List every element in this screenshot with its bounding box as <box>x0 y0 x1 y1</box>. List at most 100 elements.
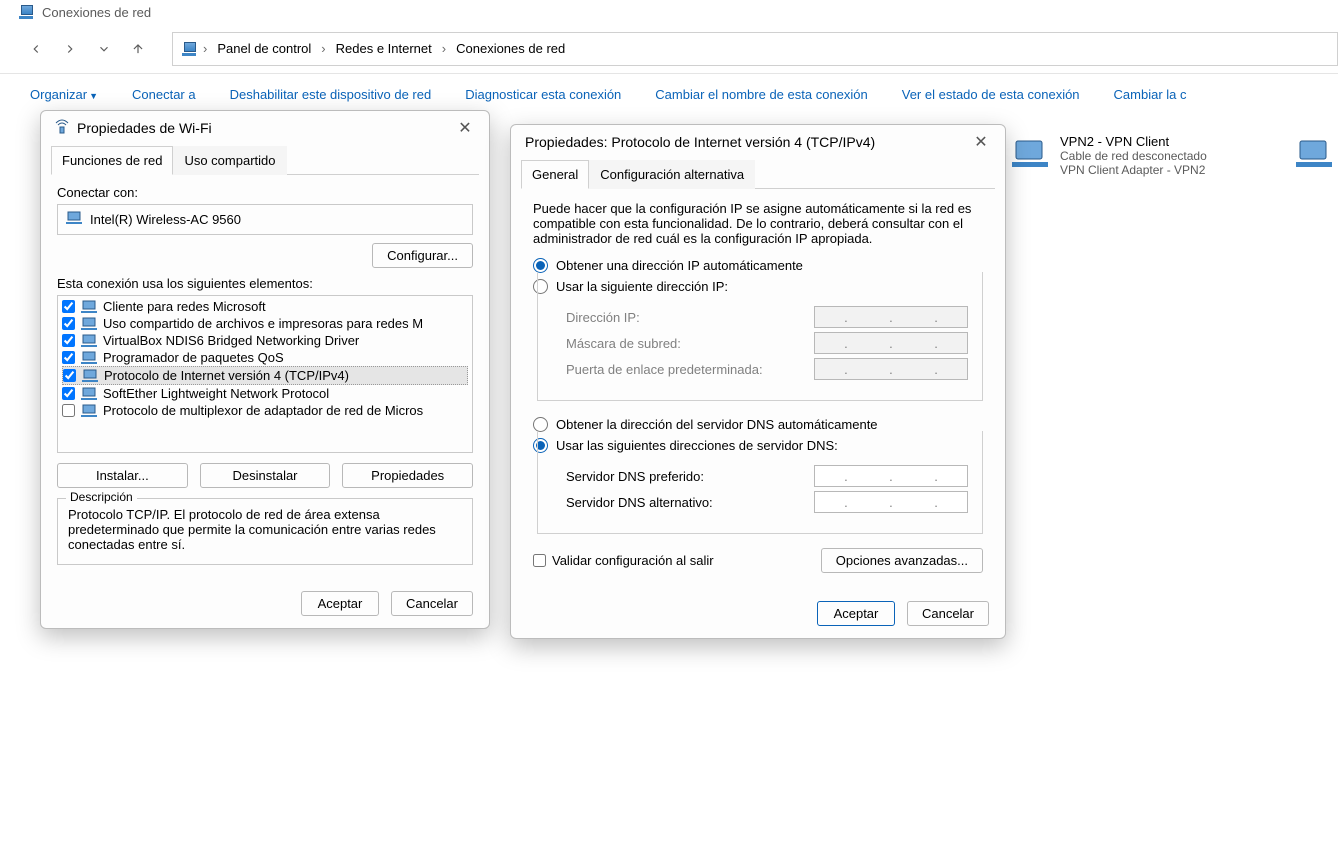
organize-menu[interactable]: Organizar▼ <box>30 87 98 102</box>
adapter-title: VPN2 - VPN Client <box>1060 134 1207 149</box>
components-listbox[interactable]: Cliente para redes Microsoft Uso comparti… <box>57 295 473 453</box>
ip-address-label: Dirección IP: <box>566 310 640 325</box>
ipv4-properties-dialog: Propiedades: Protocolo de Internet versi… <box>510 124 1006 639</box>
address-icon <box>181 42 197 56</box>
component-label: Cliente para redes Microsoft <box>103 299 266 314</box>
command-bar: Organizar▼ Conectar a Deshabilitar este … <box>0 74 1338 114</box>
component-item[interactable]: Uso compartido de archivos e impresoras … <box>62 315 468 332</box>
dns-auto-radio[interactable]: Obtener la dirección del servidor DNS au… <box>533 417 983 432</box>
rename-cmd[interactable]: Cambiar el nombre de esta conexión <box>655 87 867 102</box>
adapter-status: Cable de red desconectado <box>1060 149 1207 163</box>
subnet-mask-field: ... <box>814 332 968 354</box>
close-button[interactable]: ✕ <box>455 118 475 138</box>
dialog-titlebar[interactable]: Propiedades de Wi-Fi ✕ <box>41 111 489 145</box>
install-button[interactable]: Instalar... <box>57 463 188 488</box>
component-checkbox[interactable] <box>62 404 75 417</box>
component-label: Uso compartido de archivos e impresoras … <box>103 316 423 331</box>
tab-alternate-config[interactable]: Configuración alternativa <box>589 160 755 189</box>
nav-bar: › Panel de control › Redes e Internet › … <box>0 24 1338 74</box>
validate-on-exit-checkbox[interactable]: Validar configuración al salir <box>533 553 714 568</box>
adapter-select[interactable]: Intel(R) Wireless-AC 9560 <box>57 204 473 235</box>
ip-auto-radio[interactable]: Obtener una dirección IP automáticamente <box>533 258 983 273</box>
component-icon <box>81 317 97 331</box>
properties-button[interactable]: Propiedades <box>342 463 473 488</box>
dns-preferred-label: Servidor DNS preferido: <box>566 469 704 484</box>
view-status-cmd[interactable]: Ver el estado de esta conexión <box>902 87 1080 102</box>
window-title: Conexiones de red <box>42 5 151 20</box>
ip-address-field: ... <box>814 306 968 328</box>
component-checkbox[interactable] <box>62 351 75 364</box>
component-item[interactable]: Cliente para redes Microsoft <box>62 298 468 315</box>
tab-sharing[interactable]: Uso compartido <box>173 146 286 175</box>
component-item[interactable]: Programador de paquetes QoS <box>62 349 468 366</box>
component-icon <box>81 300 97 314</box>
tab-networking[interactable]: Funciones de red <box>51 146 173 175</box>
component-icon <box>82 369 98 383</box>
breadcrumb[interactable]: Panel de control <box>213 41 315 56</box>
component-label: Protocolo de Internet versión 4 (TCP/IPv… <box>104 368 349 383</box>
adapter-icon <box>1010 134 1050 174</box>
close-button[interactable]: ✕ <box>971 132 991 152</box>
breadcrumb[interactable]: Conexiones de red <box>452 41 569 56</box>
component-checkbox[interactable] <box>62 317 75 330</box>
cancel-button[interactable]: Cancelar <box>391 591 473 616</box>
connect-to-cmd[interactable]: Conectar a <box>132 87 196 102</box>
tab-general[interactable]: General <box>521 160 589 189</box>
component-checkbox[interactable] <box>63 369 76 382</box>
intro-text: Puede hacer que la configuración IP se a… <box>533 201 983 246</box>
dns-alternate-field[interactable]: ... <box>814 491 968 513</box>
adapter-name: Intel(R) Wireless-AC 9560 <box>90 212 241 227</box>
component-checkbox[interactable] <box>62 300 75 313</box>
advanced-button[interactable]: Opciones avanzadas... <box>821 548 983 573</box>
uninstall-button[interactable]: Desinstalar <box>200 463 331 488</box>
component-item[interactable]: Protocolo de Internet versión 4 (TCP/IPv… <box>62 366 468 385</box>
description-group: Descripción Protocolo TCP/IP. El protoco… <box>57 498 473 565</box>
change-settings-cmd[interactable]: Cambiar la c <box>1114 87 1187 102</box>
subnet-mask-label: Máscara de subred: <box>566 336 681 351</box>
component-item[interactable]: VirtualBox NDIS6 Bridged Networking Driv… <box>62 332 468 349</box>
chevron-right-icon: › <box>442 41 446 56</box>
wifi-properties-dialog: Propiedades de Wi-Fi ✕ Funciones de red … <box>40 110 490 629</box>
connect-using-label: Conectar con: <box>57 185 473 200</box>
chevron-right-icon: › <box>321 41 325 56</box>
recent-dropdown-icon[interactable] <box>94 39 114 59</box>
adapter-icon <box>1294 134 1334 174</box>
gateway-label: Puerta de enlace predeterminada: <box>566 362 763 377</box>
network-icon <box>18 5 34 19</box>
wifi-icon <box>55 119 69 138</box>
component-icon <box>81 404 97 418</box>
accept-button[interactable]: Aceptar <box>301 591 379 616</box>
configure-button[interactable]: Configurar... <box>372 243 473 268</box>
description-label: Descripción <box>66 490 137 504</box>
components-label: Esta conexión usa los siguientes element… <box>57 276 473 291</box>
back-button[interactable] <box>26 39 46 59</box>
dns-preferred-field[interactable]: ... <box>814 465 968 487</box>
diagnose-cmd[interactable]: Diagnosticar esta conexión <box>465 87 621 102</box>
chevron-down-icon: ▼ <box>89 91 98 101</box>
disable-device-cmd[interactable]: Deshabilitar este dispositivo de red <box>230 87 432 102</box>
forward-button[interactable] <box>60 39 80 59</box>
gateway-field: ... <box>814 358 968 380</box>
description-text: Protocolo TCP/IP. El protocolo de red de… <box>68 507 462 552</box>
component-label: Protocolo de multiplexor de adaptador de… <box>103 403 423 418</box>
cancel-button[interactable]: Cancelar <box>907 601 989 626</box>
chevron-right-icon: › <box>203 41 207 56</box>
dialog-titlebar[interactable]: Propiedades: Protocolo de Internet versi… <box>511 125 1005 159</box>
adapter-device: VPN Client Adapter - VPN2 <box>1060 163 1207 177</box>
dialog-title: Propiedades: Protocolo de Internet versi… <box>525 134 875 150</box>
component-icon <box>81 387 97 401</box>
component-item[interactable]: SoftEther Lightweight Network Protocol <box>62 385 468 402</box>
address-bar[interactable]: › Panel de control › Redes e Internet › … <box>172 32 1338 66</box>
component-label: SoftEther Lightweight Network Protocol <box>103 386 329 401</box>
adapter-vpn2[interactable]: VPN2 - VPN Client Cable de red desconect… <box>1010 134 1207 177</box>
component-checkbox[interactable] <box>62 334 75 347</box>
breadcrumb[interactable]: Redes e Internet <box>332 41 436 56</box>
adapter-partial[interactable] <box>1294 134 1334 174</box>
dialog-title: Propiedades de Wi-Fi <box>77 120 212 136</box>
dns-alternate-label: Servidor DNS alternativo: <box>566 495 713 510</box>
accept-button[interactable]: Aceptar <box>817 601 895 626</box>
component-checkbox[interactable] <box>62 387 75 400</box>
up-button[interactable] <box>128 39 148 59</box>
component-label: VirtualBox NDIS6 Bridged Networking Driv… <box>103 333 359 348</box>
component-item[interactable]: Protocolo de multiplexor de adaptador de… <box>62 402 468 419</box>
